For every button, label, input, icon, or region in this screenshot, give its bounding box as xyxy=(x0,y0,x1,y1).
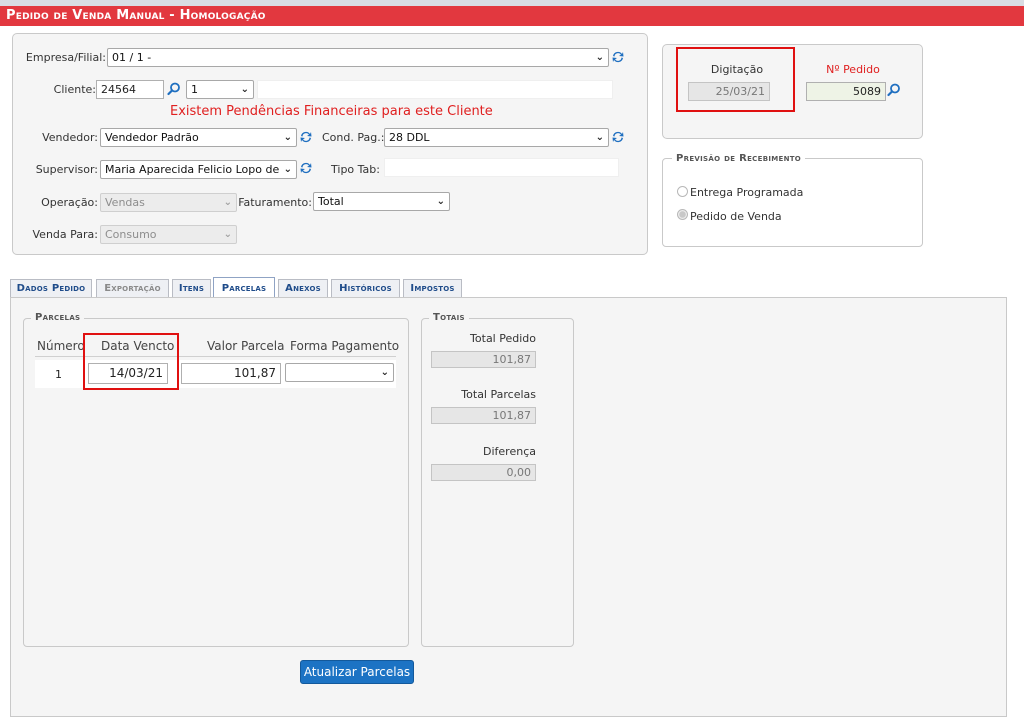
venda-para-label: Venda Para: xyxy=(32,228,98,241)
chevron-down-icon: ⌄ xyxy=(283,132,292,143)
tab-impostos[interactable]: Impostos xyxy=(403,279,462,297)
cliente-code-input[interactable]: 24564 xyxy=(96,80,164,99)
diferenca-field: 0,00 xyxy=(431,464,536,481)
venda-para-select-value: Consumo xyxy=(105,228,157,241)
diferenca-label: Diferença xyxy=(483,445,536,458)
total-pedido-label: Total Pedido xyxy=(470,332,536,345)
radio-pedido-label: Pedido de Venda xyxy=(690,210,782,223)
col-forma-pagamento: Forma Pagamento xyxy=(290,339,400,353)
empresa-label: Empresa/Filial: xyxy=(25,51,106,64)
chevron-down-icon: ⌄ xyxy=(223,229,232,240)
atualizar-parcelas-button[interactable]: Atualizar Parcelas xyxy=(300,660,414,684)
search-icon[interactable] xyxy=(167,82,181,96)
faturamento-select[interactable]: Total ⌄ xyxy=(313,192,450,211)
tab-parcelas[interactable]: Parcelas xyxy=(213,277,275,297)
cond-pag-label: Cond. Pag.: xyxy=(322,131,385,144)
refresh-icon[interactable] xyxy=(299,161,313,175)
cliente-seq-select[interactable]: 1 ⌄ xyxy=(186,80,254,99)
pedido-number-label: Nº Pedido xyxy=(826,63,880,76)
pedido-number-field: 5089 xyxy=(806,82,886,101)
chevron-down-icon: ⌄ xyxy=(436,196,445,207)
tab-exportacao[interactable]: Exportação xyxy=(96,279,169,297)
radio-pedido-venda[interactable] xyxy=(677,209,688,220)
refresh-icon[interactable] xyxy=(611,130,625,144)
row-forma-pagamento-select[interactable]: ⌄ xyxy=(285,363,394,382)
radio-entrega-label: Entrega Programada xyxy=(690,186,804,199)
tipo-tab-label: Tipo Tab: xyxy=(331,163,380,176)
vendedor-label: Vendedor: xyxy=(42,131,98,144)
chevron-down-icon: ⌄ xyxy=(281,161,292,178)
empresa-select[interactable]: 01 / 1 - ⌄ xyxy=(107,48,609,67)
total-pedido-field: 101,87 xyxy=(431,351,536,368)
totais-legend: Totais xyxy=(429,312,469,323)
vendedor-select[interactable]: Vendedor Padrão ⌄ xyxy=(100,128,297,147)
row-valor-parcela-input[interactable]: 101,87 xyxy=(181,363,281,384)
operacao-select-value: Vendas xyxy=(105,196,145,209)
tipo-tab-field xyxy=(384,158,619,177)
page-title: Pedido de Venda Manual - Homologação xyxy=(0,6,1024,26)
pendencias-warning: Existem Pendências Financeiras para este… xyxy=(170,104,493,119)
empresa-select-value: 01 / 1 - xyxy=(112,51,152,64)
cliente-seq-value: 1 xyxy=(191,83,198,96)
row-numero: 1 xyxy=(55,368,62,381)
tab-itens[interactable]: Itens xyxy=(172,279,211,297)
tab-historicos[interactable]: Históricos xyxy=(331,279,400,297)
supervisor-select-value: Maria Aparecida Felicio Lopo de S xyxy=(105,163,290,176)
total-parcelas-label: Total Parcelas xyxy=(461,388,536,401)
operacao-select: Vendas ⌄ xyxy=(100,193,237,212)
tab-dados-pedido[interactable]: Dados Pedido xyxy=(10,279,92,297)
search-icon[interactable] xyxy=(887,83,901,97)
venda-para-select: Consumo ⌄ xyxy=(100,225,237,244)
radio-entrega-programada[interactable] xyxy=(677,186,688,197)
total-parcelas-field: 101,87 xyxy=(431,407,536,424)
parcelas-legend: Parcelas xyxy=(31,312,85,323)
refresh-icon[interactable] xyxy=(299,130,313,144)
cond-pag-select-value: 28 DDL xyxy=(389,131,430,144)
previsao-legend: Previsão de Recebimento xyxy=(672,153,806,164)
highlight-data-vencto xyxy=(83,333,179,390)
supervisor-select[interactable]: Maria Aparecida Felicio Lopo de S ⌄ xyxy=(100,160,297,179)
previsao-fieldset xyxy=(662,158,923,247)
cliente-label: Cliente: xyxy=(53,83,96,96)
col-numero: Número xyxy=(37,339,85,353)
faturamento-label: Faturamento: xyxy=(238,196,312,209)
cond-pag-select[interactable]: 28 DDL ⌄ xyxy=(384,128,609,147)
chevron-down-icon: ⌄ xyxy=(380,367,389,378)
chevron-down-icon: ⌄ xyxy=(595,132,604,143)
cliente-name-field xyxy=(257,80,613,99)
highlight-digitacao xyxy=(676,47,795,112)
chevron-down-icon: ⌄ xyxy=(595,52,604,63)
operacao-label: Operação: xyxy=(41,196,98,209)
tab-anexos[interactable]: Anexos xyxy=(278,279,328,297)
supervisor-label: Supervisor: xyxy=(35,163,98,176)
col-valor-parcela: Valor Parcela xyxy=(207,339,285,353)
vendedor-select-value: Vendedor Padrão xyxy=(105,131,199,144)
refresh-icon[interactable] xyxy=(611,50,625,64)
chevron-down-icon: ⌄ xyxy=(240,84,249,95)
chevron-down-icon: ⌄ xyxy=(223,197,232,208)
faturamento-select-value: Total xyxy=(318,195,344,208)
